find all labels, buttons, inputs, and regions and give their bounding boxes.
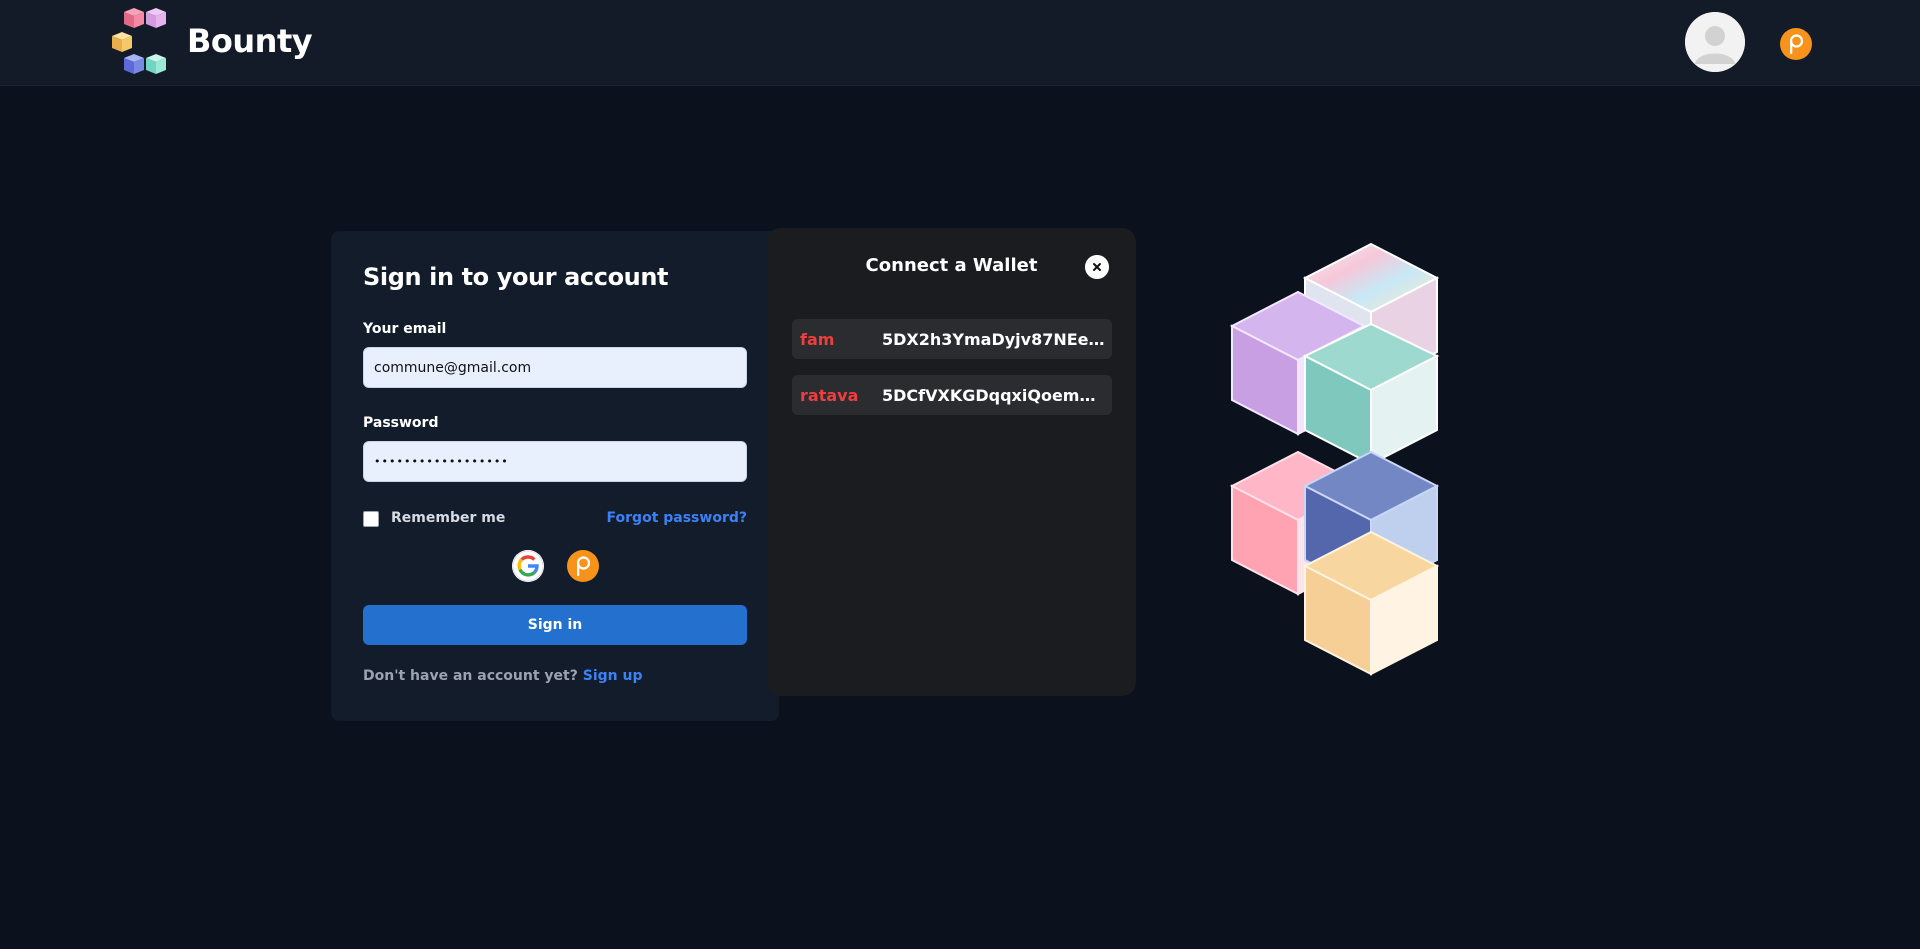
signin-card: Sign in to your account Your email Passw… <box>331 231 779 721</box>
email-label: Your email <box>363 321 447 337</box>
polkadot-icon[interactable] <box>1780 28 1812 60</box>
decorative-cubes-illustration <box>1229 242 1440 676</box>
forgot-password-link[interactable]: Forgot password? <box>607 510 747 526</box>
signup-prompt-text: Don't have an account yet? <box>363 668 578 684</box>
wallet-name: ratava <box>800 386 859 405</box>
wallet-modal-title: Connect a Wallet <box>865 255 1038 276</box>
social-login-row <box>331 550 779 584</box>
brand-name[interactable]: Bounty <box>187 22 313 60</box>
password-label: Password <box>363 415 439 431</box>
top-navbar: Bounty <box>0 0 1920 86</box>
remember-checkbox[interactable] <box>363 511 379 527</box>
wallet-address: 5DX2h3YmaDyjv87NEeccAQ2t <box>882 330 1106 349</box>
remember-label: Remember me <box>391 510 506 526</box>
wallet-address: 5DCfVXKGDqqxiQoemETBk7Hw <box>882 386 1106 405</box>
wallet-item[interactable]: ratava 5DCfVXKGDqqxiQoemETBk7Hw <box>792 375 1112 415</box>
signin-title: Sign in to your account <box>363 263 669 291</box>
polkadot-icon[interactable] <box>567 550 599 582</box>
password-field[interactable] <box>363 441 747 482</box>
signin-button[interactable]: Sign in <box>363 605 747 645</box>
user-avatar-icon[interactable] <box>1685 12 1745 72</box>
wallet-name: fam <box>800 330 835 349</box>
google-icon[interactable] <box>512 550 544 582</box>
wallet-item[interactable]: fam 5DX2h3YmaDyjv87NEeccAQ2t <box>792 319 1112 359</box>
connect-wallet-modal: Connect a Wallet fam 5DX2h3YmaDyjv87NEec… <box>767 228 1136 696</box>
signup-prompt: Don't have an account yet? Sign up <box>363 668 642 684</box>
bounty-logo-icon[interactable] <box>110 8 174 78</box>
signup-link[interactable]: Sign up <box>583 668 643 684</box>
email-field[interactable] <box>363 347 747 388</box>
remember-row: Remember me Forgot password? <box>363 508 747 530</box>
close-icon[interactable] <box>1085 255 1109 279</box>
